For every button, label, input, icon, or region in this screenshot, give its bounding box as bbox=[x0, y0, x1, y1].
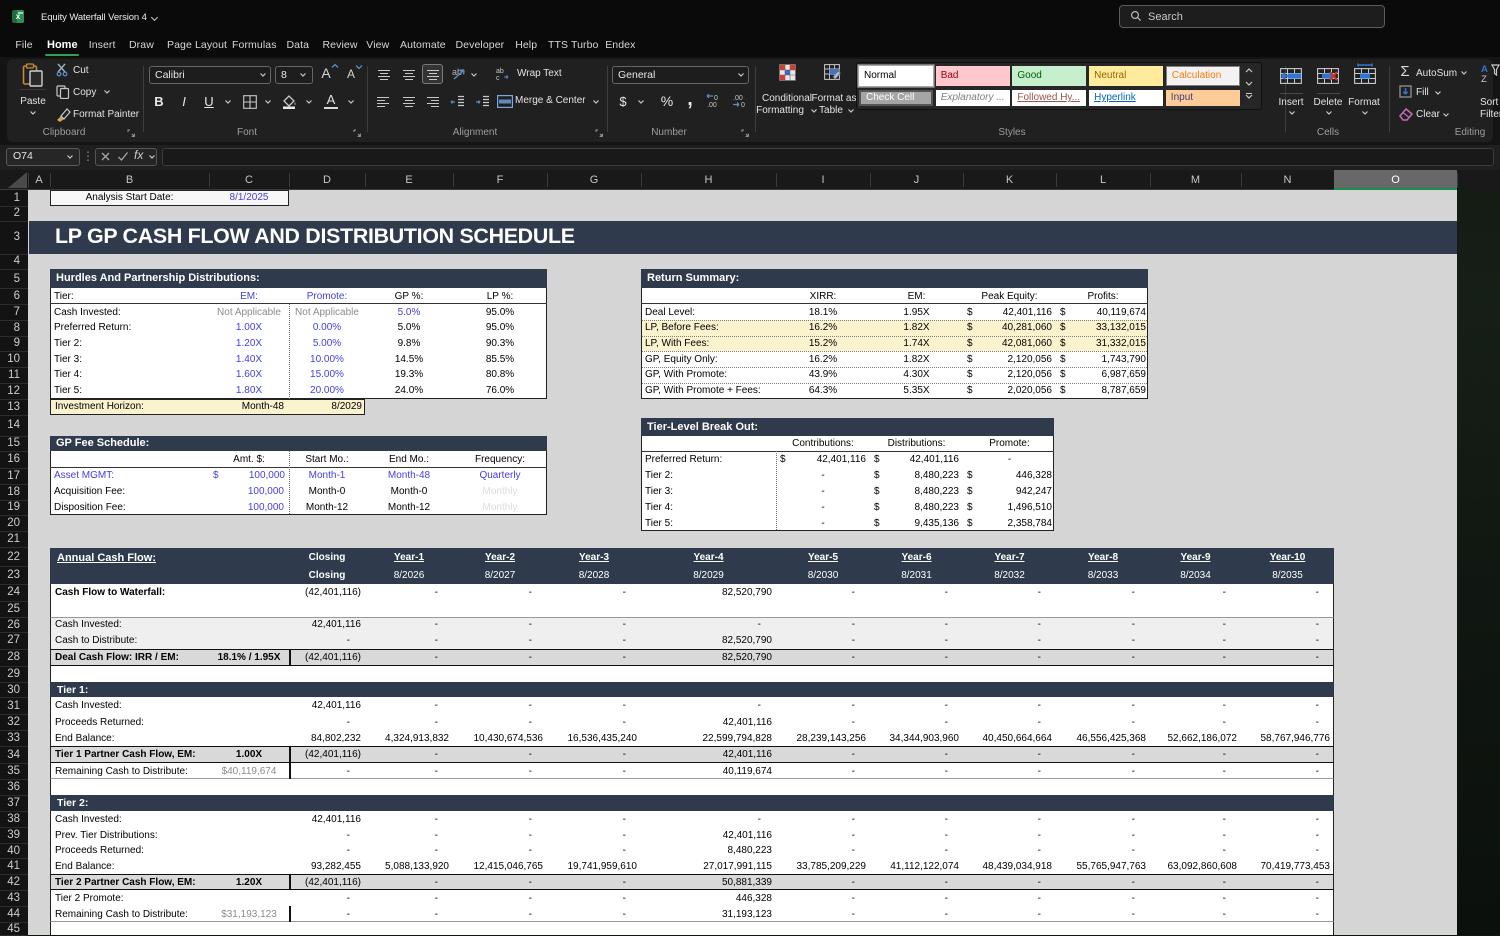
svg-text:0: 0 bbox=[714, 95, 718, 102]
svg-text:c: c bbox=[496, 75, 500, 81]
svg-text:.00: .00 bbox=[707, 102, 717, 108]
svg-text:.00: .00 bbox=[733, 95, 743, 102]
svg-text:Z: Z bbox=[1481, 74, 1487, 83]
svg-text:ab: ab bbox=[496, 68, 504, 75]
